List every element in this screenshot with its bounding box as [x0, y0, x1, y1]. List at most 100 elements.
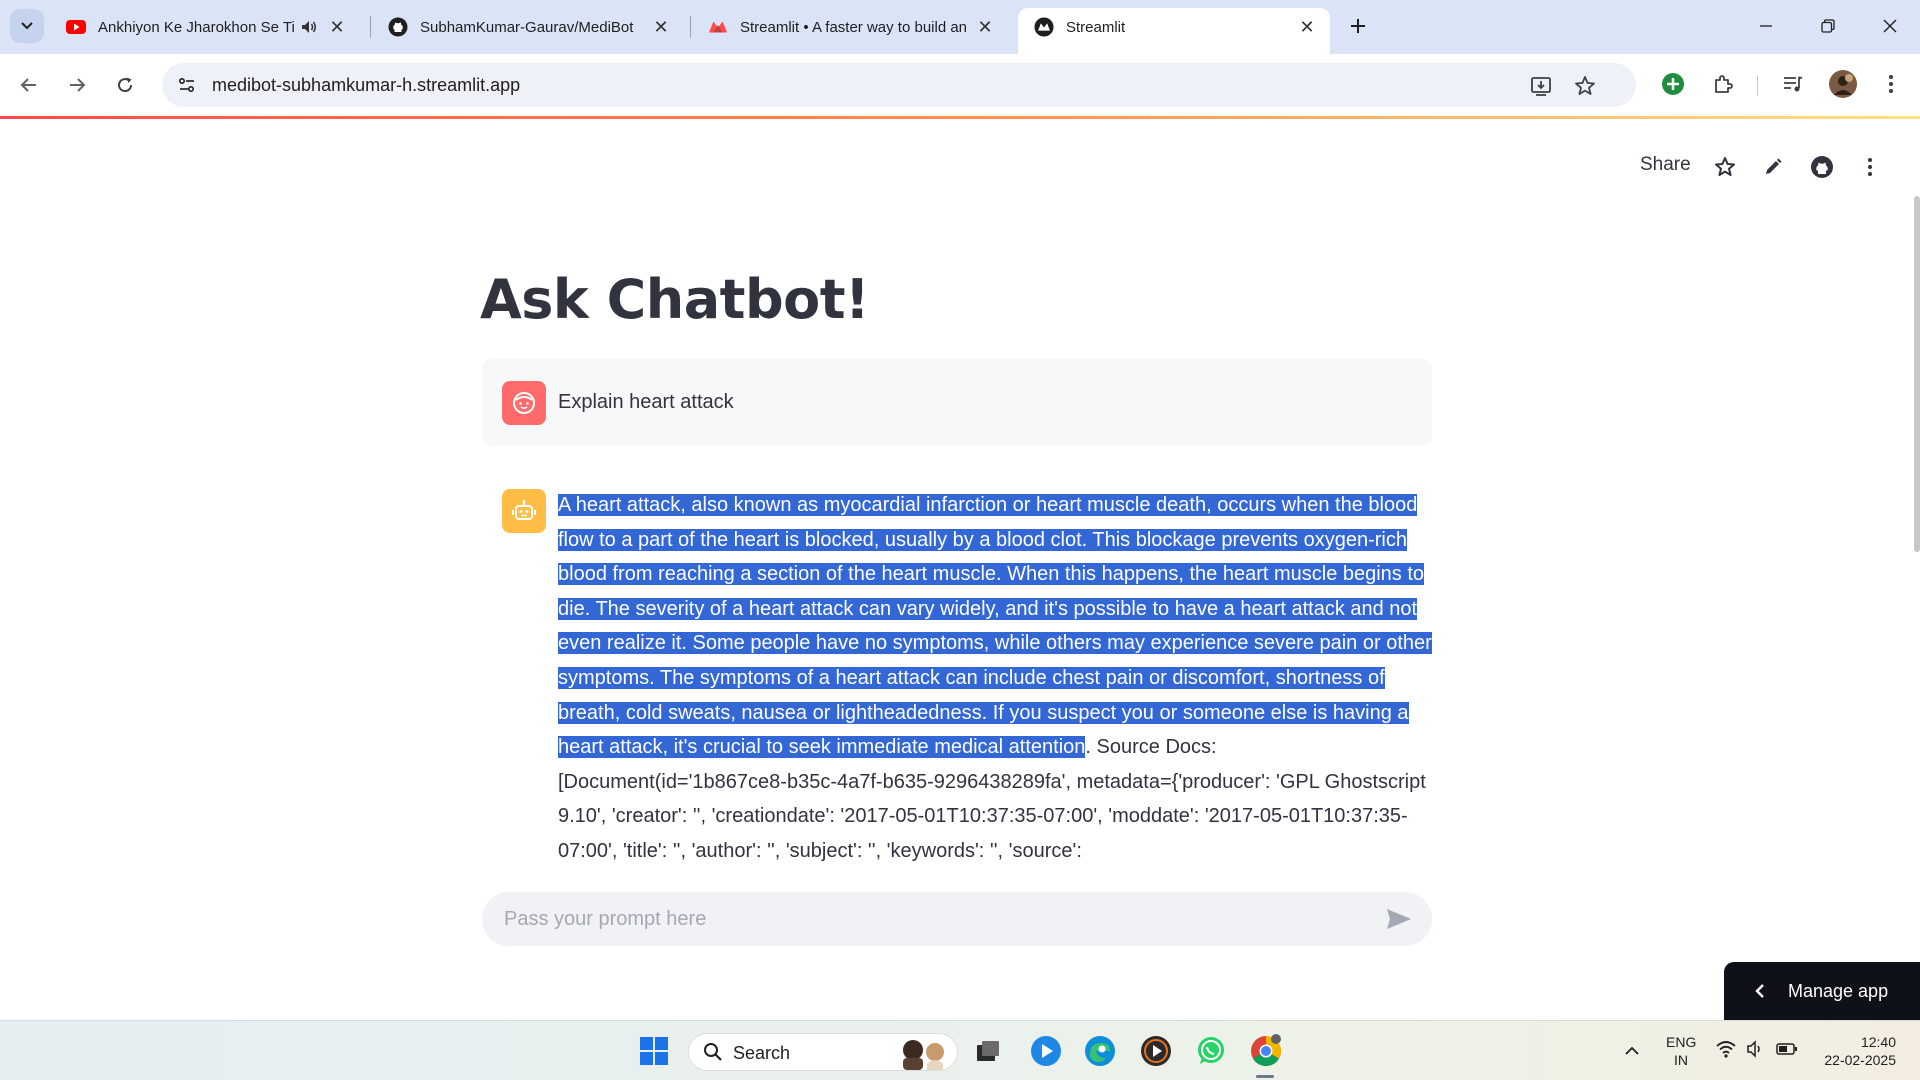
whatsapp-app[interactable] — [1191, 1031, 1231, 1071]
edit-pencil-icon[interactable] — [1758, 152, 1788, 182]
windows-taskbar: Search ENG IN 12:40 22-02-2025 — [0, 1020, 1920, 1080]
clock-date: 22-02-2025 — [1824, 1052, 1896, 1068]
page-scrollbar[interactable] — [1914, 196, 1920, 552]
browser-toolbar: medibot-subhamkumar-h.streamlit.app — [0, 54, 1920, 116]
manage-app-button[interactable]: Manage app — [1724, 962, 1920, 1020]
manage-app-label: Manage app — [1788, 980, 1889, 1001]
user-chat-message: Explain heart attack — [482, 359, 1432, 446]
tab-title: Ankhiyon Ke Jharokhon Se Titl — [98, 18, 294, 36]
favorite-star-icon[interactable] — [1710, 152, 1740, 182]
youtube-icon — [66, 17, 86, 37]
close-icon — [1883, 19, 1897, 33]
play-dark-icon — [1141, 1036, 1171, 1066]
close-tab-icon[interactable]: ✕ — [650, 16, 672, 38]
close-tab-icon[interactable]: ✕ — [974, 16, 996, 38]
reload-icon — [118, 77, 133, 93]
new-tab-button[interactable] — [1344, 12, 1372, 40]
chevron-down-icon — [21, 22, 33, 30]
chrome-icon — [1251, 1034, 1282, 1067]
search-highlight-image — [895, 1036, 951, 1075]
battery-icon — [1776, 1043, 1797, 1055]
extension-green-icon[interactable] — [1656, 67, 1690, 101]
tab-search-button[interactable] — [10, 9, 44, 43]
start-button[interactable] — [634, 1031, 674, 1071]
user-avatar — [502, 381, 546, 425]
restore-button[interactable] — [1808, 10, 1848, 42]
reload-button[interactable] — [108, 68, 142, 102]
profile-avatar[interactable] — [1826, 67, 1860, 101]
chat-input-container — [482, 892, 1432, 946]
edge-app[interactable] — [1080, 1031, 1120, 1071]
url-text[interactable]: medibot-subhamkumar-h.streamlit.app — [212, 75, 520, 96]
taskbar-search[interactable]: Search — [688, 1033, 958, 1071]
play-circle-icon — [1031, 1036, 1061, 1066]
minimize-icon — [1760, 25, 1772, 27]
clock-time: 12:40 — [1860, 1034, 1896, 1050]
streamlit-dark-icon — [1034, 17, 1054, 37]
page-title: Ask Chatbot! — [480, 268, 870, 331]
task-view-icon — [977, 1041, 999, 1061]
user-message-text: Explain heart attack — [558, 391, 734, 413]
search-label: Search — [733, 1043, 791, 1063]
chrome-active-indicator — [1256, 1075, 1274, 1078]
selected-text: A heart attack, also known as myocardial… — [558, 494, 1432, 759]
language-code: ENG — [1666, 1034, 1697, 1050]
volume-icon — [1747, 1040, 1760, 1058]
close-window-button[interactable] — [1870, 10, 1910, 42]
assistant-avatar — [502, 489, 546, 533]
tab-github[interactable]: SubhamKumar-Gaurav/MediBot ✕ — [372, 8, 684, 46]
streamlit-top-decoration — [0, 116, 1920, 119]
language-indicator[interactable]: ENG IN — [1666, 1033, 1696, 1069]
send-icon — [1387, 909, 1411, 929]
chevron-up-icon — [1625, 1046, 1639, 1055]
arrow-left-icon — [20, 78, 36, 92]
arrow-right-icon — [70, 78, 86, 92]
app-menu-icon[interactable] — [1855, 152, 1885, 182]
system-tray[interactable] — [1716, 1040, 1798, 1058]
media-controls-icon[interactable] — [1776, 67, 1810, 101]
wifi-icon — [1716, 1041, 1736, 1058]
search-icon — [703, 1042, 723, 1067]
extensions-puzzle-icon[interactable] — [1706, 67, 1740, 101]
region-code: IN — [1674, 1052, 1688, 1068]
github-icon[interactable] — [1807, 152, 1837, 182]
media-player-app[interactable] — [1026, 1031, 1066, 1071]
smiley-face-icon — [513, 392, 535, 414]
task-view-button[interactable] — [968, 1031, 1008, 1071]
tab-streamlit-home[interactable]: Streamlit • A faster way to build an ✕ — [692, 8, 1008, 46]
clock[interactable]: 12:40 22-02-2025 — [1814, 1033, 1896, 1069]
minimize-button[interactable] — [1746, 10, 1786, 42]
robot-icon — [512, 500, 536, 520]
speaker-icon[interactable] — [300, 18, 318, 36]
tab-title: SubhamKumar-Gaurav/MediBot — [420, 18, 634, 36]
whatsapp-icon — [1198, 1037, 1224, 1064]
address-bar[interactable]: medibot-subhamkumar-h.streamlit.app — [162, 63, 1636, 107]
share-button[interactable]: Share — [1640, 154, 1691, 176]
close-tab-icon[interactable]: ✕ — [326, 16, 348, 38]
back-button[interactable] — [12, 68, 46, 102]
send-button[interactable] — [1384, 905, 1414, 933]
show-hidden-icons-button[interactable] — [1612, 1031, 1652, 1071]
streamlit-icon — [708, 17, 728, 37]
edge-icon — [1085, 1036, 1115, 1066]
tab-divider — [690, 16, 691, 38]
assistant-chat-message: A heart attack, also known as myocardial… — [558, 488, 1436, 869]
plus-icon — [1351, 19, 1365, 33]
tab-title: Streamlit • A faster way to build an — [740, 18, 966, 36]
tab-title: Streamlit — [1066, 18, 1126, 36]
tab-youtube[interactable]: Ankhiyon Ke Jharokhon Se Titl ✕ — [50, 8, 360, 46]
github-icon — [388, 17, 408, 37]
toolbar-divider — [1757, 76, 1758, 96]
close-tab-icon[interactable]: ✕ — [1296, 16, 1318, 38]
media-app[interactable] — [1136, 1031, 1176, 1071]
browser-menu-icon[interactable] — [1874, 67, 1908, 101]
forward-button[interactable] — [60, 68, 94, 102]
tab-streamlit-active[interactable]: Streamlit ✕ — [1018, 8, 1330, 54]
restore-icon — [1821, 19, 1835, 33]
bookmark-star-icon[interactable] — [1570, 71, 1600, 101]
install-app-icon[interactable] — [1526, 71, 1556, 101]
chrome-app[interactable] — [1246, 1031, 1286, 1071]
windows-logo-icon — [640, 1037, 668, 1065]
site-info-icon[interactable] — [172, 70, 202, 100]
chat-input[interactable] — [504, 892, 1344, 946]
